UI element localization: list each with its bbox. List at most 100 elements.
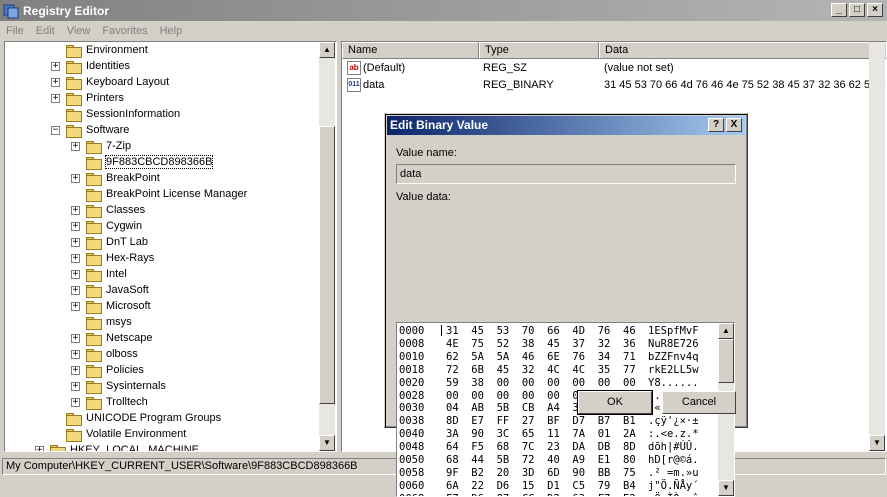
expand-icon[interactable]: + xyxy=(71,286,80,295)
tree-item[interactable]: + Intel xyxy=(5,267,317,283)
tree-item-label: Hex-Rays xyxy=(106,252,155,264)
tree-item-label: olboss xyxy=(106,348,138,360)
scroll-down-arrow-icon[interactable]: ▼ xyxy=(869,435,885,451)
dialog-help-button[interactable]: ? xyxy=(708,118,724,132)
expand-icon[interactable]: + xyxy=(71,174,80,183)
expand-icon[interactable]: + xyxy=(51,94,60,103)
close-button[interactable]: × xyxy=(867,3,883,17)
menu-view[interactable]: View xyxy=(61,25,97,37)
dialog-title-bar[interactable]: Edit Binary Value xyxy=(387,116,745,135)
list-item[interactable]: 011 data REG_BINARY 31 45 53 70 66 4d 76… xyxy=(342,77,886,93)
dialog-close-button[interactable]: X xyxy=(726,118,742,132)
tree-item[interactable]: + Cygwin xyxy=(5,219,317,235)
tree-item[interactable]: +7-Zip xyxy=(5,139,317,155)
hex-bytes: 4E 75 52 38 45 37 32 36 xyxy=(446,337,636,350)
tree-item[interactable]: Volatile Environment xyxy=(5,427,317,443)
tree-item[interactable]: msys xyxy=(5,315,317,331)
column-header-name[interactable]: Name xyxy=(342,42,479,59)
scroll-up-arrow-icon[interactable]: ▲ xyxy=(718,323,734,339)
hex-bytes: 8D E7 FF 27 BF D7 B7 B1 xyxy=(446,415,636,428)
hex-offset: 0030 xyxy=(399,402,425,415)
maximize-button[interactable]: □ xyxy=(849,3,865,17)
tree-item[interactable]: + JavaSoft xyxy=(5,283,317,299)
menu-favorites[interactable]: Favorites xyxy=(96,25,153,37)
tree-item[interactable]: + HKEY_LOCAL_MACHINE xyxy=(5,443,317,452)
tree-item[interactable]: + Classes xyxy=(5,203,317,219)
folder-icon xyxy=(85,380,102,394)
tree-item[interactable]: + Netscape xyxy=(5,331,317,347)
scroll-down-arrow-icon[interactable]: ▼ xyxy=(319,435,335,451)
tree-item[interactable]: + Microsoft xyxy=(5,299,317,315)
folder-icon xyxy=(65,108,82,122)
tree-item[interactable]: − Software xyxy=(5,123,317,139)
scroll-up-arrow-icon[interactable]: ▲ xyxy=(319,42,335,58)
menu-edit[interactable]: Edit xyxy=(30,25,61,37)
expand-icon[interactable]: + xyxy=(35,446,44,451)
tree-item[interactable]: SessionInformation xyxy=(5,107,317,123)
tree-item[interactable]: + DnT Lab xyxy=(5,235,317,251)
folder-icon xyxy=(85,348,102,362)
hex-offset: 0050 xyxy=(399,454,425,466)
value-data-label: Value data: xyxy=(396,191,451,203)
expand-icon[interactable]: + xyxy=(71,382,80,391)
tree-scroll-thumb[interactable] xyxy=(319,126,335,404)
list-vertical-scrollbar[interactable]: ▼ xyxy=(869,42,885,451)
hex-scroll-thumb[interactable] xyxy=(718,339,734,383)
expand-icon[interactable]: + xyxy=(71,206,80,215)
window-title: Registry Editor xyxy=(23,3,110,18)
expand-icon[interactable]: + xyxy=(71,366,80,375)
title-bar[interactable]: Registry Editor _ □ × xyxy=(0,0,887,21)
hex-offset: 0010 xyxy=(399,350,425,363)
tree-item[interactable]: + Printers xyxy=(5,91,317,107)
folder-icon xyxy=(65,92,82,106)
tree-item[interactable]: BreakPoint License Manager xyxy=(5,187,317,203)
tree-item[interactable]: + BreakPoint xyxy=(5,171,317,187)
tree-item[interactable]: 9F883CBCD898366B xyxy=(5,155,317,171)
expand-icon[interactable]: + xyxy=(71,270,80,279)
registry-key-tree[interactable]: + HKEY_LOCAL_MACHINE Volatile Environment U… xyxy=(4,41,337,452)
value-data: (value not set) xyxy=(604,62,674,74)
tree-item[interactable]: + olboss xyxy=(5,347,317,363)
expand-icon[interactable]: + xyxy=(71,350,80,359)
hex-ascii: .² =m.»u xyxy=(648,466,699,479)
tree-item[interactable]: + Sysinternals xyxy=(5,379,317,395)
expand-icon[interactable]: + xyxy=(51,62,60,71)
menu-help[interactable]: Help xyxy=(154,25,189,37)
tree-item-label: Environment xyxy=(86,44,148,56)
expand-icon[interactable]: + xyxy=(71,142,80,151)
tree-vertical-scrollbar[interactable]: ▲ ▼ xyxy=(319,42,335,451)
tree-item[interactable]: + Policies xyxy=(5,363,317,379)
tree-item-label: Cygwin xyxy=(106,220,143,232)
tree-item[interactable]: + Hex-Rays xyxy=(5,251,317,267)
folder-icon xyxy=(85,332,102,346)
hex-bytes: 6A 22 D6 15 D1 C5 79 B4 xyxy=(446,479,636,492)
folder-icon xyxy=(65,124,82,138)
column-header-type[interactable]: Type xyxy=(479,42,599,59)
expand-icon[interactable]: + xyxy=(51,78,60,87)
expand-icon[interactable]: + xyxy=(71,254,80,263)
tree-item[interactable]: + Keyboard Layout xyxy=(5,75,317,91)
menu-bar: File Edit View Favorites Help xyxy=(0,21,887,40)
expand-icon[interactable]: + xyxy=(71,222,80,231)
tree-item[interactable]: Environment xyxy=(5,43,317,59)
list-item[interactable]: ab (Default) REG_SZ (value not set) xyxy=(342,60,886,76)
tree-item-label: HKEY_LOCAL_MACHINE xyxy=(70,444,199,452)
tree-item[interactable]: + Identities xyxy=(5,59,317,75)
cancel-button[interactable]: Cancel xyxy=(662,391,736,414)
tree-item[interactable]: + Trolltech xyxy=(5,395,317,411)
hex-ascii: 1ESpfMvF xyxy=(648,325,699,337)
tree-item-label: 9F883CBCD898366B xyxy=(104,155,214,169)
expand-icon[interactable]: + xyxy=(71,334,80,343)
menu-file[interactable]: File xyxy=(0,25,30,37)
collapse-icon[interactable]: − xyxy=(51,126,60,135)
hex-ascii: NuR8E726 xyxy=(648,337,699,350)
tree-item[interactable]: UNICODE Program Groups xyxy=(5,411,317,427)
column-header-data[interactable]: Data xyxy=(599,42,886,59)
scroll-down-arrow-icon[interactable]: ▼ xyxy=(718,480,734,496)
ok-button[interactable]: OK xyxy=(577,390,653,415)
minimize-button[interactable]: _ xyxy=(831,3,847,17)
expand-icon[interactable]: + xyxy=(71,302,80,311)
expand-icon[interactable]: + xyxy=(71,238,80,247)
hex-offset: 0038 xyxy=(399,415,425,428)
expand-icon[interactable]: + xyxy=(71,398,80,407)
